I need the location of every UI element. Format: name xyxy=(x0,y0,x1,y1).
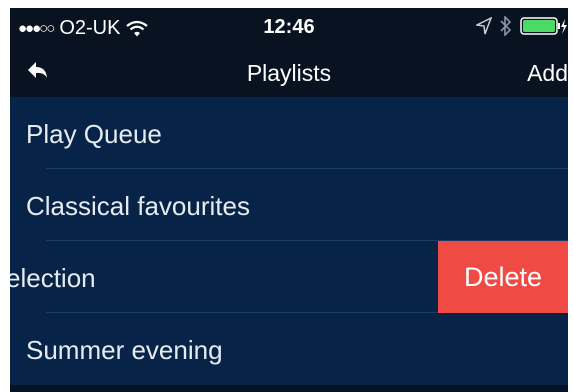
status-right xyxy=(474,15,568,41)
playlist-name: Classical favourites xyxy=(26,191,250,221)
nav-bar: Playlists Add xyxy=(10,56,568,96)
playlist-name: Summer evening xyxy=(26,335,223,365)
add-button[interactable]: Add xyxy=(527,60,568,87)
bluetooth-icon xyxy=(500,15,512,41)
location-arrow-icon xyxy=(474,16,493,40)
playlist-row[interactable]: Summer evening xyxy=(10,313,568,385)
playlist-row-swiped[interactable]: election Delete xyxy=(10,241,568,313)
playlist-list: Play Queue Classical favourites election… xyxy=(10,97,568,385)
playlist-name: election xyxy=(10,263,96,293)
delete-button[interactable]: Delete xyxy=(438,241,568,313)
top-bar: ●●●○○ O2-UK 12:46 Playlists Add xyxy=(10,8,568,97)
bottom-strip xyxy=(10,385,568,392)
status-bar: ●●●○○ O2-UK 12:46 xyxy=(10,8,568,48)
phone-screen: ●●●○○ O2-UK 12:46 Playlists Add Play Que… xyxy=(10,8,568,392)
page-title: Playlists xyxy=(246,60,332,86)
battery-icon xyxy=(520,17,568,40)
playlist-row[interactable]: Play Queue xyxy=(10,97,568,169)
playlist-name: Play Queue xyxy=(26,119,162,149)
playlist-row[interactable]: Classical favourites xyxy=(10,169,568,241)
